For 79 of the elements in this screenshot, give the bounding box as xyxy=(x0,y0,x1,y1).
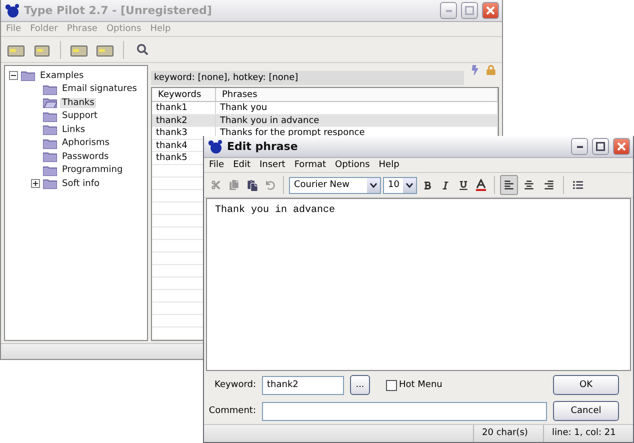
close-icon[interactable] xyxy=(617,142,626,151)
search-icon[interactable] xyxy=(136,44,148,55)
chevron-down-icon[interactable] xyxy=(370,182,377,188)
table-cell: Thank you in advance xyxy=(220,116,320,126)
maximize-icon[interactable] xyxy=(596,142,605,151)
table-cell: thank1 xyxy=(156,103,188,113)
paste-icon[interactable] xyxy=(246,180,258,190)
folder-icon[interactable] xyxy=(7,42,25,56)
keyword-field[interactable]: thank2 xyxy=(262,376,344,394)
folder-icon xyxy=(21,70,35,82)
lightning-icon[interactable] xyxy=(470,65,480,75)
table-cell: thank4 xyxy=(156,140,188,150)
tree-item[interactable]: Aphorisms xyxy=(60,138,112,148)
italic-icon[interactable] xyxy=(440,180,450,190)
keyword-label: Keyword: xyxy=(214,380,256,390)
folder-icon xyxy=(43,84,57,95)
ok-button[interactable]: OK xyxy=(553,375,619,395)
tree-item[interactable]: Email signatures xyxy=(60,84,139,94)
align-left-button[interactable] xyxy=(500,175,518,195)
align-left-icon[interactable] xyxy=(504,180,514,190)
phrase-editor[interactable]: Thank you in advance xyxy=(206,198,631,371)
status-text: 20 char(s) xyxy=(473,425,543,442)
folder-icon xyxy=(43,178,57,190)
folder-stack-icon[interactable] xyxy=(70,42,88,56)
folder-icon xyxy=(43,151,57,162)
app-logo-icon xyxy=(4,3,20,18)
hot-menu-checkbox[interactable] xyxy=(386,380,397,390)
table-row[interactable]: thank1 Thank you xyxy=(152,102,498,114)
tree-item[interactable]: Links xyxy=(60,124,88,135)
tree-item[interactable]: Examples xyxy=(38,70,86,81)
tree-item[interactable]: Thanks xyxy=(60,98,96,108)
bullet-list-icon[interactable] xyxy=(573,180,583,190)
folder-icon[interactable] xyxy=(34,42,50,56)
table-cell: thank5 xyxy=(156,153,188,163)
folder-icon xyxy=(43,124,57,136)
close-button[interactable] xyxy=(482,2,499,19)
minimize-icon[interactable] xyxy=(576,146,582,148)
align-right-icon[interactable] xyxy=(544,180,554,190)
maximize-button[interactable] xyxy=(592,138,609,155)
font-dropdown[interactable]: Courier New xyxy=(289,176,381,194)
window-title: Type Pilot 2.7 - [Unregistered] xyxy=(24,4,213,17)
tree-item[interactable]: Support xyxy=(60,111,100,122)
menu-item[interactable]: Format xyxy=(294,160,326,170)
underline-icon[interactable] xyxy=(458,180,468,190)
minimize-button[interactable] xyxy=(571,138,588,155)
folder-icon xyxy=(43,110,57,122)
open-folder-icon xyxy=(43,97,57,108)
text-color-icon[interactable] xyxy=(476,179,486,191)
table-row[interactable]: thank2 Thank you in advance xyxy=(152,114,498,127)
comment-field[interactable] xyxy=(262,402,547,420)
bold-icon[interactable] xyxy=(422,180,432,190)
table-cell: Thanks for the prompt responce xyxy=(220,128,365,138)
chevron-down-icon[interactable] xyxy=(406,182,413,188)
close-icon[interactable] xyxy=(486,6,495,15)
close-button[interactable] xyxy=(613,138,630,155)
tree-item[interactable]: Soft info xyxy=(60,178,102,189)
comment-label: Comment: xyxy=(208,406,256,416)
info-bar: keyword: [none], hotkey: [none] xyxy=(151,71,464,85)
menu-item[interactable]: Insert xyxy=(260,160,286,170)
menu-item[interactable]: Edit xyxy=(233,160,250,170)
menu-item[interactable]: File xyxy=(209,160,224,170)
table-cell: thank3 xyxy=(156,128,188,138)
table-cell: thank2 xyxy=(156,116,188,126)
folder-icon xyxy=(43,164,57,176)
tree-item[interactable]: Programming xyxy=(60,165,125,176)
menu-item[interactable]: Options xyxy=(335,160,370,170)
window-title: Edit phrase xyxy=(227,140,299,153)
table-cell: Thank you xyxy=(220,103,268,113)
folder-stack-icon[interactable] xyxy=(96,42,114,56)
cancel-button[interactable]: Cancel xyxy=(553,401,619,421)
app-logo-icon xyxy=(207,139,223,154)
size-dropdown[interactable]: 10 xyxy=(383,176,417,194)
menu-item[interactable]: Help xyxy=(378,160,400,170)
browse-button[interactable]: ... xyxy=(350,375,370,395)
align-center-icon[interactable] xyxy=(524,180,534,190)
hot-menu-label: Hot Menu xyxy=(399,380,442,390)
tree-item[interactable]: Passwords xyxy=(60,152,111,162)
status-text: line: 1, col: 21 xyxy=(543,425,633,442)
folder-icon xyxy=(43,138,57,149)
